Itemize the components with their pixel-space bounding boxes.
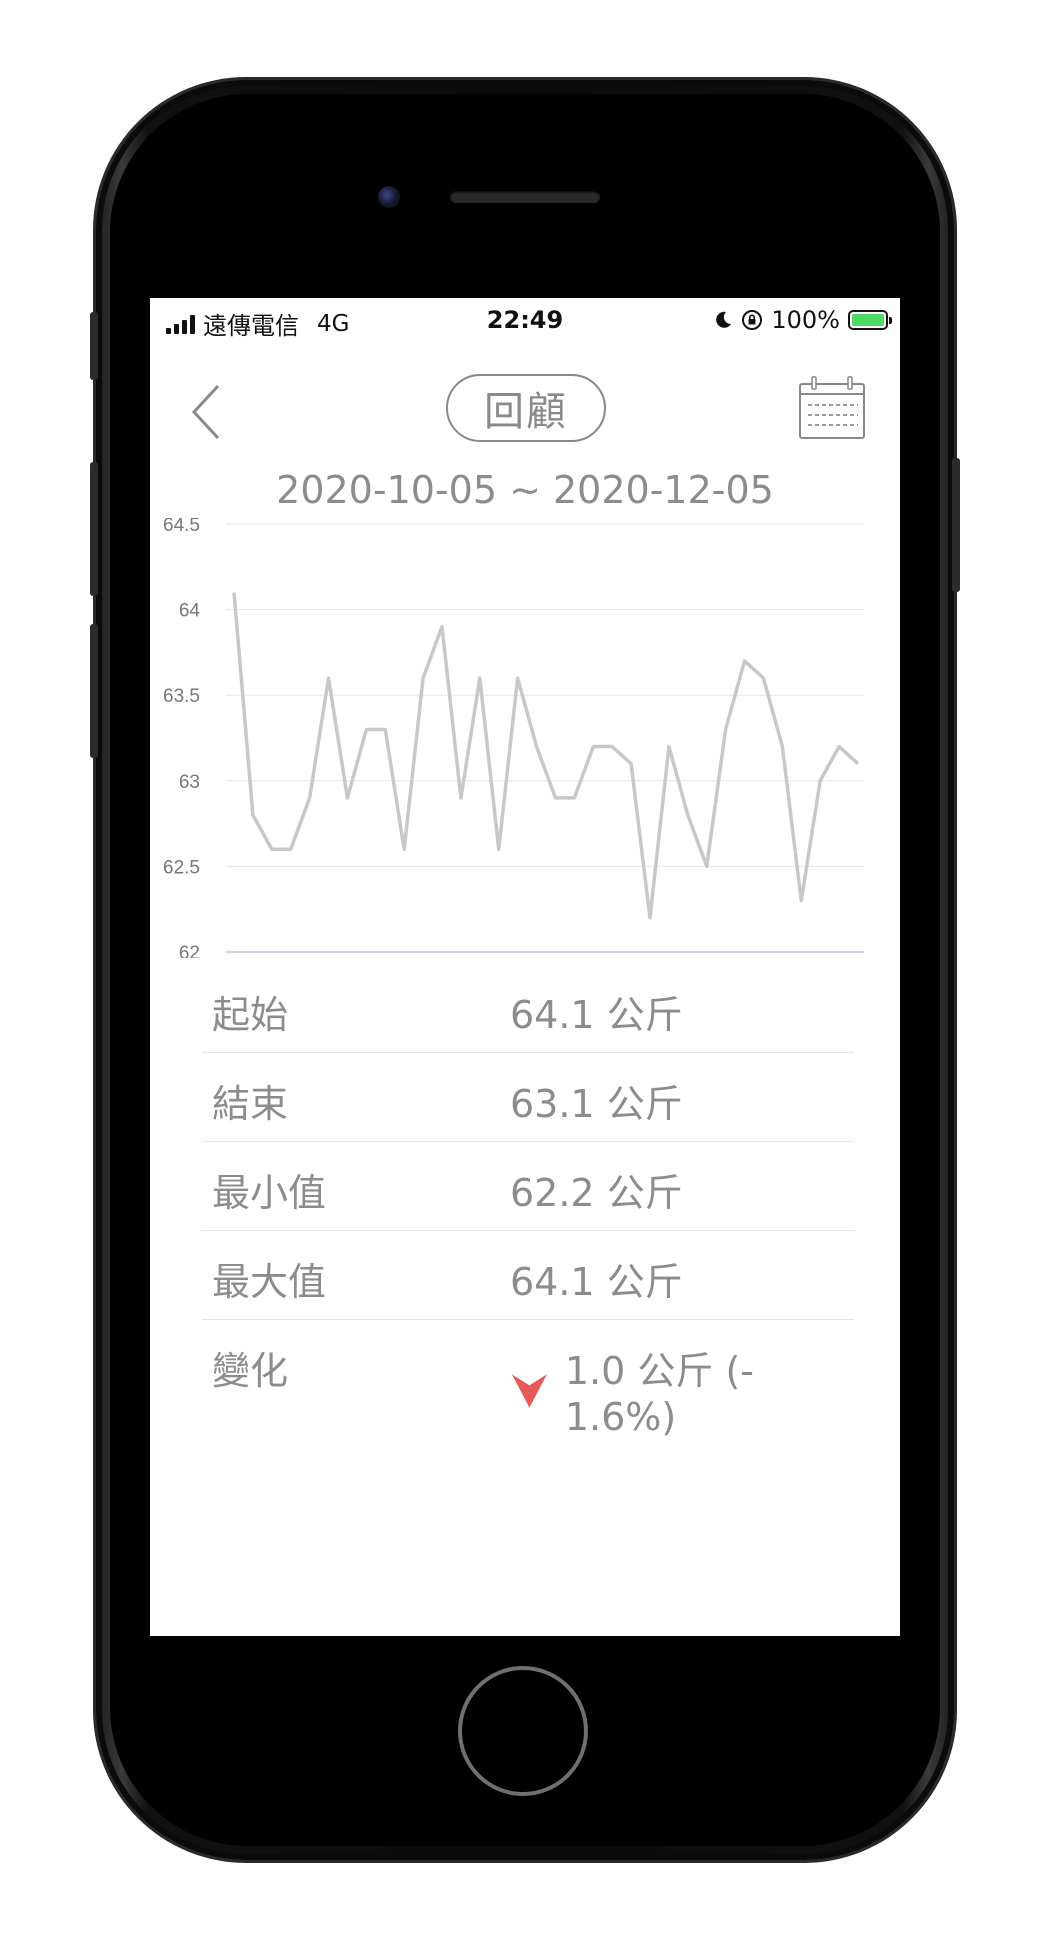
stat-row-change: 變化 1.0 公斤 (- 1.6%)	[202, 1320, 854, 1439]
battery-icon	[848, 310, 892, 330]
volume-down-button	[90, 624, 98, 758]
front-camera	[378, 186, 400, 208]
change-value: 1.0 公斤 (- 1.6%)	[564, 1349, 754, 1439]
stat-value: 62.2 公斤	[510, 1171, 683, 1215]
moon-icon	[716, 311, 732, 328]
y-tick-label: 64	[179, 601, 201, 622]
weight-chart: 64.5 64 63.5 63 62.5 62	[163, 518, 864, 958]
y-tick-label: 62.5	[163, 857, 200, 878]
stat-row-end: 結束 63.1 公斤	[202, 1053, 854, 1142]
home-button[interactable]	[458, 1666, 588, 1796]
power-button	[952, 458, 960, 592]
down-arrow-icon	[511, 1373, 548, 1408]
stats-table: 起始 64.1 公斤 結束 63.1 公斤 最小值 62.2 公斤 最大值 64…	[202, 964, 854, 1439]
rotation-lock-icon	[742, 310, 763, 330]
stat-label: 起始	[212, 993, 289, 1037]
stat-label: 最大值	[212, 1260, 327, 1304]
calendar-button[interactable]	[798, 374, 866, 442]
change-value-wrap: 1.0 公斤 (- 1.6%)	[510, 1340, 854, 1439]
weight-series-line	[232, 592, 860, 920]
volume-up-button	[90, 462, 98, 596]
stat-row-max: 最大值 64.1 公斤	[202, 1231, 854, 1320]
stat-row-start: 起始 64.1 公斤	[202, 964, 854, 1053]
stat-label: 變化	[212, 1349, 289, 1393]
y-tick-label: 63.5	[163, 686, 200, 707]
back-button[interactable]	[184, 380, 228, 444]
stat-row-min: 最小值 62.2 公斤	[202, 1142, 854, 1231]
chevron-left-icon	[191, 384, 220, 440]
status-right: 100%	[713, 306, 892, 334]
stat-value: 64.1 公斤	[510, 993, 683, 1037]
stat-value: 63.1 公斤	[510, 1082, 683, 1126]
y-tick-label: 64.5	[163, 518, 200, 536]
status-bar: 遠傳電信 4G 22:49 100%	[150, 298, 900, 344]
stat-label: 最小值	[212, 1171, 327, 1215]
stat-value: 64.1 公斤	[510, 1260, 683, 1304]
y-tick-label: 62	[179, 943, 200, 958]
stat-label: 結束	[212, 1082, 289, 1126]
calendar-icon	[799, 376, 865, 439]
app-screen: 遠傳電信 4G 22:49 100% 回顧 2020-10-05 ~ 2020-…	[150, 298, 900, 1636]
earpiece-speaker	[450, 191, 600, 203]
battery-percent: 100%	[771, 306, 840, 334]
date-range: 2020-10-05 ~ 2020-12-05	[276, 468, 774, 512]
mute-switch	[90, 312, 98, 380]
page-title: 回顧	[446, 374, 606, 442]
y-tick-label: 63	[179, 772, 200, 793]
